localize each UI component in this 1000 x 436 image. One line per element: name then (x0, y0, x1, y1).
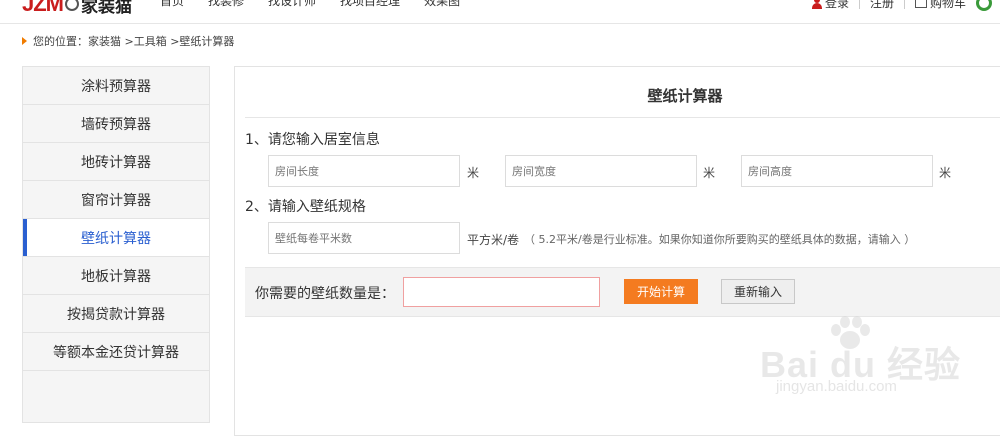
roll-area-input[interactable] (268, 222, 460, 254)
user-icon (811, 0, 822, 9)
result-label: 你需要的壁纸数量是： (255, 286, 395, 302)
nav-item-designer[interactable]: 找设计师 (268, 0, 316, 9)
sidebar-item-mortgage[interactable]: 按揭贷款计算器 (23, 295, 209, 333)
roll-hint: （ 5.2平米/卷是行业标准。如果你知道你所要购买的壁纸具体的数据，请输入 ） (524, 233, 916, 246)
divider (858, 0, 860, 9)
sidebar-item-equal-principal[interactable]: 等额本金还贷计算器 (23, 333, 209, 371)
length-unit: 米 (467, 166, 480, 180)
nav-item-gallery[interactable]: 效果图 (424, 0, 460, 9)
room-length-input[interactable] (268, 155, 460, 187)
watermark-url: jingyan.baidu.com (776, 378, 897, 395)
sidebar-item-paint[interactable]: 涂料预算器 (23, 67, 209, 105)
result-field[interactable] (403, 277, 600, 307)
room-height-input[interactable] (741, 155, 933, 187)
register-link[interactable]: 注册 (870, 0, 894, 11)
title-divider (245, 117, 1000, 118)
sidebar-item-wallpaper[interactable]: 壁纸计算器 (23, 219, 209, 257)
height-unit: 米 (939, 166, 952, 180)
sidebar-item-wall-tile[interactable]: 墙砖预算器 (23, 105, 209, 143)
top-bar: JZM 家装猫 首页 找装修 找设计师 找项目经理 效果图 登录 注册 购物车 (0, 0, 1000, 24)
breadcrumb-text[interactable]: 您的位置：家装猫 >工具箱 >壁纸计算器 (33, 33, 234, 49)
cart-link[interactable]: 购物车 (930, 0, 966, 11)
breadcrumb-arrow-icon (22, 37, 27, 45)
site-logo[interactable]: JZM 家装猫 (22, 0, 132, 17)
baidu-jingyan-watermark: Bai du 经验 jingyan.baidu.com (760, 316, 990, 402)
nav-item-renovation[interactable]: 找装修 (208, 0, 244, 9)
nav-item-home[interactable]: 首页 (160, 0, 184, 9)
cart-icon (914, 0, 927, 8)
nav-item-project-manager[interactable]: 找项目经理 (340, 0, 400, 9)
result-row: 你需要的壁纸数量是： 开始计算 重新输入 (245, 267, 1000, 317)
sidebar-item-flooring[interactable]: 地板计算器 (23, 257, 209, 295)
main-nav: 首页 找装修 找设计师 找项目经理 效果图 (160, 0, 460, 9)
sidebar-item-curtain[interactable]: 窗帘计算器 (23, 181, 209, 219)
cat-logo-icon (65, 0, 79, 11)
logo-text: 家装猫 (81, 0, 132, 17)
breadcrumb: 您的位置：家装猫 >工具箱 >壁纸计算器 (22, 33, 234, 49)
section-wallpaper-spec-label: 2、请输入壁纸规格 (245, 199, 366, 215)
page-title: 壁纸计算器 (647, 87, 723, 105)
service-icon[interactable] (976, 0, 992, 11)
logo-mark: JZM (22, 0, 64, 16)
section-room-info-label: 1、请您输入居室信息 (245, 132, 380, 148)
user-nav: 登录 注册 购物车 (811, 0, 992, 11)
room-width-input[interactable] (505, 155, 697, 187)
sidebar-item-floor-tile[interactable]: 地砖计算器 (23, 143, 209, 181)
calculate-button[interactable]: 开始计算 (624, 279, 698, 304)
tool-sidebar: 涂料预算器 墙砖预算器 地砖计算器 窗帘计算器 壁纸计算器 地板计算器 按揭贷款… (22, 66, 210, 423)
width-unit: 米 (703, 166, 716, 180)
roll-unit: 平方米/卷 (467, 233, 520, 247)
login-link[interactable]: 登录 (825, 0, 849, 11)
divider (903, 0, 905, 9)
reset-button[interactable]: 重新输入 (721, 279, 795, 304)
